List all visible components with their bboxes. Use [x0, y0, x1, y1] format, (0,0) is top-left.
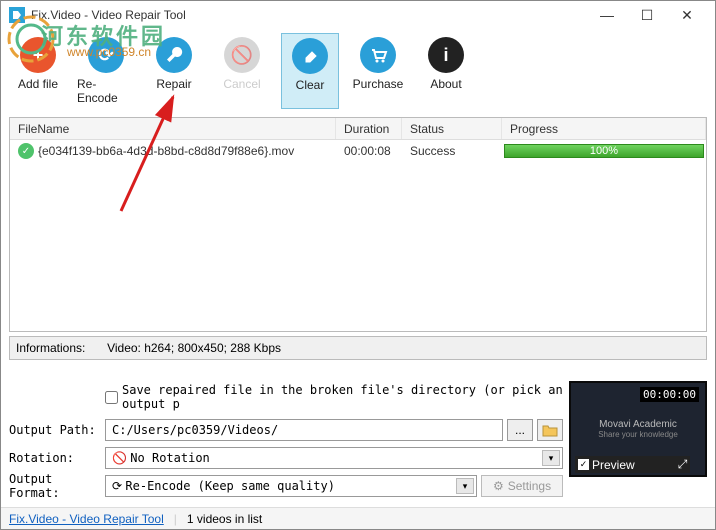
save-in-place-label: Save repaired file in the broken file's …: [122, 383, 563, 411]
progress-bar: 100%: [504, 144, 704, 158]
rotation-value: No Rotation: [130, 451, 209, 465]
cancel-button: 🚫 Cancel: [213, 33, 271, 109]
refresh-small-icon: ⟳: [112, 479, 122, 493]
preview-check-label: Preview: [592, 458, 635, 472]
list-header: FileName Duration Status Progress: [10, 118, 706, 140]
check-icon: ✓: [578, 459, 589, 470]
clear-button[interactable]: Clear: [281, 33, 339, 109]
window-title: Fix.Video - Video Repair Tool: [31, 8, 587, 22]
eraser-icon: [292, 38, 328, 74]
cart-icon: [360, 37, 396, 73]
settings-button: ⚙ Settings: [481, 475, 563, 497]
chevron-down-icon: ▾: [542, 450, 560, 466]
preview-checkbox[interactable]: ✓ Preview ⤢: [575, 456, 690, 473]
no-rotation-icon: 🚫: [112, 451, 127, 465]
add-file-button[interactable]: + Add file: [9, 33, 67, 109]
output-path-value: C:/Users/pc0359/Videos/: [112, 423, 278, 437]
status-count: 1 videos in list: [187, 512, 262, 526]
info-bar: Informations: Video: h264; 800x450; 288 …: [9, 336, 707, 360]
check-icon: ✓: [18, 143, 34, 159]
bottom-panel: Save repaired file in the broken file's …: [1, 375, 715, 507]
purchase-button[interactable]: Purchase: [349, 33, 407, 109]
titlebar: Fix.Video - Video Repair Tool — ☐ ✕: [1, 1, 715, 29]
open-folder-button[interactable]: [537, 419, 563, 441]
settings-label: Settings: [508, 479, 551, 493]
preview-panel[interactable]: 00:00:00 Movavi Academic Share your know…: [569, 381, 707, 477]
col-progress[interactable]: Progress: [502, 118, 706, 139]
rotation-label: Rotation:: [9, 451, 105, 465]
refresh-icon: ⟳: [88, 37, 124, 73]
save-in-place-checkbox[interactable]: [105, 391, 118, 404]
close-button[interactable]: ✕: [667, 1, 707, 29]
output-path-label: Output Path:: [9, 423, 105, 437]
cancel-label: Cancel: [223, 77, 260, 91]
cancel-icon: 🚫: [224, 37, 260, 73]
col-status[interactable]: Status: [402, 118, 502, 139]
table-row[interactable]: ✓ {e034f139-bb6a-4d3d-b8bd-c8d8d79f88e6}.…: [10, 140, 706, 162]
purchase-label: Purchase: [353, 77, 404, 91]
output-format-select[interactable]: ⟳ Re-Encode (Keep same quality) ▾: [105, 475, 477, 497]
status-link[interactable]: Fix.Video - Video Repair Tool: [9, 512, 164, 526]
chevron-down-icon: ▾: [456, 478, 474, 494]
repair-label: Repair: [156, 77, 191, 91]
minimize-button[interactable]: —: [587, 1, 627, 29]
add-file-label: Add file: [18, 77, 58, 91]
repair-button[interactable]: Repair: [145, 33, 203, 109]
preview-time: 00:00:00: [640, 387, 699, 402]
toolbar: + Add file ⟳ Re-Encode Repair 🚫 Cancel C…: [1, 29, 715, 111]
expand-icon[interactable]: ⤢: [678, 457, 688, 472]
maximize-button[interactable]: ☐: [627, 1, 667, 29]
rotation-select[interactable]: 🚫 No Rotation ▾: [105, 447, 563, 469]
folder-icon: [542, 423, 558, 437]
col-filename[interactable]: FileName: [10, 118, 336, 139]
app-icon: [9, 7, 25, 23]
status-bar: Fix.Video - Video Repair Tool | 1 videos…: [1, 507, 715, 529]
re-encode-label: Re-Encode: [77, 77, 135, 105]
clear-label: Clear: [296, 78, 325, 92]
cell-status: Success: [402, 140, 502, 162]
plus-icon: +: [20, 37, 56, 73]
cell-duration: 00:00:08: [336, 140, 402, 162]
preview-subtitle: Share your knowledge: [598, 430, 678, 439]
about-button[interactable]: i About: [417, 33, 475, 109]
output-path-field[interactable]: C:/Users/pc0359/Videos/: [105, 419, 503, 441]
file-list: FileName Duration Status Progress ✓ {e034…: [9, 117, 707, 332]
wrench-icon: [156, 37, 192, 73]
browse-button[interactable]: ...: [507, 419, 533, 441]
about-label: About: [430, 77, 461, 91]
preview-title: Movavi Academic: [599, 419, 677, 430]
col-duration[interactable]: Duration: [336, 118, 402, 139]
output-format-value: Re-Encode (Keep same quality): [125, 479, 335, 493]
gear-icon: ⚙: [493, 479, 504, 493]
output-format-label: Output Format:: [9, 472, 105, 500]
cell-filename: {e034f139-bb6a-4d3d-b8bd-c8d8d79f88e6}.m…: [38, 144, 294, 158]
info-icon: i: [428, 37, 464, 73]
info-label: Informations:: [16, 341, 85, 355]
info-value: Video: h264; 800x450; 288 Kbps: [107, 341, 281, 355]
re-encode-button[interactable]: ⟳ Re-Encode: [77, 33, 135, 109]
